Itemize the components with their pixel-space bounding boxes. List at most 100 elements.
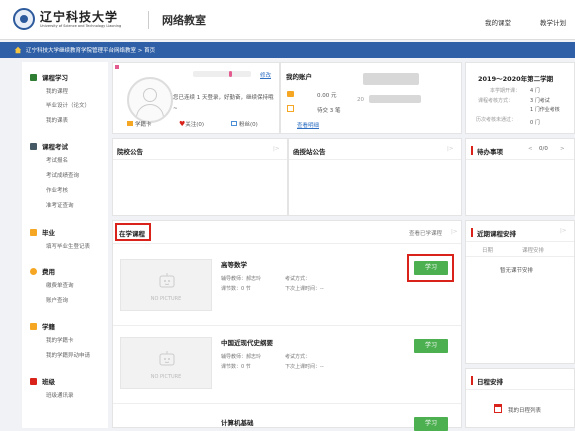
course-thumbnail[interactable]: NO PICTURE bbox=[120, 259, 212, 311]
sidebar-item-exam-registration[interactable]: 考试报名 bbox=[46, 156, 68, 164]
course-thumbnail[interactable]: NO PICTURE bbox=[120, 337, 212, 389]
wallet-icon bbox=[287, 91, 294, 97]
college-notice-panel: 院校公告 |> bbox=[112, 138, 288, 216]
fans-stat[interactable]: 粉丝(0) bbox=[231, 120, 258, 128]
view-details-link[interactable]: 查看明细 bbox=[297, 121, 319, 129]
sidebar-item-status-change[interactable]: 我的学籍异动申请 bbox=[46, 351, 90, 359]
sidebar-item-graduate-registration-form[interactable]: 填写毕业生登记表 bbox=[46, 242, 90, 250]
study-button[interactable]: 学习 bbox=[414, 417, 448, 431]
sidebar-item-graduation-thesis[interactable]: 毕业设计（论文） bbox=[46, 101, 90, 109]
university-name: 辽宁科技大学 bbox=[40, 10, 119, 24]
no-picture-icon bbox=[159, 273, 175, 288]
college-notice-title: 院校公告 bbox=[117, 148, 143, 156]
calendar-panel: 日程安排 我的日程列表 bbox=[465, 368, 575, 428]
todo-panel: 待办事项 < 0/0 > bbox=[465, 138, 575, 216]
sidebar-item-student-card[interactable]: 我的学籍卡 bbox=[46, 336, 74, 344]
nav-group-fees[interactable]: 费用 bbox=[30, 266, 55, 276]
redacted-account-info bbox=[363, 73, 419, 85]
schedule-title: 近期课程安排 bbox=[477, 230, 516, 238]
schedule-col-course: 课程安排 bbox=[522, 248, 545, 254]
semester-panel: 2019～2020年第二学期 本学期开课： 4 门 课程考核方式： 3 门考试 … bbox=[465, 62, 575, 134]
nav-group-student-status[interactable]: 学籍 bbox=[30, 321, 55, 331]
site-notice-title: 函授站公告 bbox=[293, 148, 326, 156]
semester-title: 2019～2020年第二学期 bbox=[478, 75, 554, 83]
sidebar-item-admission-ticket[interactable]: 准考证查询 bbox=[46, 201, 74, 209]
sidebar-item-payment-query[interactable]: 缴费单查询 bbox=[46, 281, 74, 289]
study-button-highlight bbox=[407, 254, 454, 282]
account-label-partial: 20 bbox=[357, 97, 364, 103]
todo-next-icon[interactable]: > bbox=[560, 146, 565, 152]
book-icon bbox=[30, 74, 37, 81]
nav-group-graduation[interactable]: 毕业 bbox=[30, 227, 55, 237]
sidebar-item-my-courses[interactable]: 我的课程 bbox=[46, 87, 68, 95]
nav-teaching-plan[interactable]: 教学计划 bbox=[540, 17, 566, 27]
follow-stat[interactable]: ♥关注(0) bbox=[179, 120, 204, 128]
more-arrow-icon[interactable]: |> bbox=[273, 146, 279, 152]
course-title[interactable]: 中国近现代史纲要 bbox=[221, 337, 273, 347]
nav-my-classroom[interactable]: 我的课堂 bbox=[485, 17, 511, 27]
sidebar-item-account-query[interactable]: 账户查询 bbox=[46, 296, 68, 304]
student-card-stat[interactable]: 学籍卡 bbox=[127, 120, 152, 128]
top-bar: 辽宁科技大学 University of Science and Technol… bbox=[0, 0, 575, 40]
semester-course-count: 4 门 bbox=[530, 88, 540, 94]
courses-panel: 在学课程 查看已学课程 |> NO PICTURE 高等数学 辅导教师：郝志玲 … bbox=[112, 220, 462, 431]
todo-count: 0/0 bbox=[539, 146, 548, 152]
calendar-icon bbox=[494, 404, 502, 413]
course-exam-method: 考试方式： bbox=[285, 354, 311, 360]
redacted-name bbox=[193, 71, 251, 77]
nav-group-class[interactable]: 班级 bbox=[30, 376, 55, 386]
no-picture-label: NO PICTURE bbox=[150, 374, 182, 380]
course-exam-method: 考试方式： bbox=[285, 276, 311, 282]
account-title: 我的账户 bbox=[286, 73, 312, 81]
profile-panel: 修改 您已连续 1 天登录，好勤奋，继续保持哦~ 学籍卡 ♥关注(0) 粉丝(0… bbox=[112, 62, 280, 134]
breadcrumb: 辽宁科技大学继续教育学院管理平台网络教室 > 首页 bbox=[0, 42, 575, 58]
university-english-name: University of Science and Technology Lia… bbox=[40, 24, 122, 28]
schedule-col-date: 日期 bbox=[482, 248, 494, 254]
sidebar-item-exam-scores[interactable]: 考试成绩查询 bbox=[46, 171, 79, 179]
home-icon[interactable] bbox=[14, 46, 22, 54]
logo-divider bbox=[148, 11, 149, 29]
course-teacher: 辅导教师：郝志玲 bbox=[221, 354, 262, 360]
todo-prev-icon[interactable]: < bbox=[528, 146, 533, 152]
more-arrow-icon[interactable]: |> bbox=[451, 229, 457, 235]
university-seal-logo bbox=[13, 8, 35, 30]
no-picture-icon bbox=[159, 351, 175, 366]
coin-icon bbox=[30, 268, 37, 275]
course-title[interactable]: 计算机基础 bbox=[221, 417, 254, 427]
site-name: 网络教室 bbox=[162, 14, 206, 27]
course-lesson-count: 课节数：0 节 bbox=[221, 364, 251, 370]
redacted-account-line bbox=[369, 95, 421, 103]
schedule-empty-message: 暂无课节安排 bbox=[500, 268, 534, 274]
sidebar-item-homework-assessment[interactable]: 作业考核 bbox=[46, 186, 68, 194]
semester-homework-count: 1 门作业考核 bbox=[530, 107, 560, 113]
study-button[interactable]: 学习 bbox=[414, 339, 448, 353]
login-streak-message: 您已连续 1 天登录，好勤奋，继续保持哦~ bbox=[173, 95, 274, 112]
avatar[interactable] bbox=[127, 77, 173, 123]
sidebar-item-class-contacts[interactable]: 班级通讯录 bbox=[46, 391, 74, 399]
sidebar-item-my-timetable[interactable]: 我的课表 bbox=[46, 116, 68, 124]
more-arrow-icon[interactable]: |> bbox=[447, 146, 453, 152]
graduation-icon bbox=[30, 229, 37, 236]
more-arrow-icon[interactable]: |> bbox=[560, 228, 566, 234]
breadcrumb-text[interactable]: 辽宁科技大学继续教育学院管理平台网络教室 > 首页 bbox=[26, 48, 155, 54]
card-icon bbox=[127, 121, 133, 126]
course-next-class: 下次上课时间：-- bbox=[285, 286, 324, 292]
site-notice-panel: 函授站公告 |> bbox=[288, 138, 462, 216]
student-status-icon bbox=[30, 323, 37, 330]
course-title[interactable]: 高等数学 bbox=[221, 259, 247, 269]
exam-icon bbox=[30, 143, 37, 150]
schedule-panel: 近期课程安排 |> 日期 课程安排 暂无课节安排 bbox=[465, 220, 575, 364]
nav-group-course-study[interactable]: 课程学习 bbox=[30, 72, 68, 82]
nav-group-course-exam[interactable]: 课程考试 bbox=[30, 141, 68, 151]
view-completed-courses-link[interactable]: 查看已学课程 bbox=[409, 229, 442, 237]
no-picture-label: NO PICTURE bbox=[150, 296, 182, 302]
account-balance: 0.00 元 bbox=[317, 93, 337, 99]
my-schedule-list-button[interactable]: 我的日程列表 bbox=[508, 406, 541, 414]
edit-profile-link[interactable]: 修改 bbox=[260, 71, 271, 79]
calendar-title: 日程安排 bbox=[477, 378, 503, 386]
semester-failed-count: 0 门 bbox=[530, 120, 540, 126]
bill-icon bbox=[287, 105, 294, 112]
pending-payments: 待交 3 笔 bbox=[317, 108, 341, 114]
fans-icon bbox=[231, 121, 237, 126]
sidebar-nav: 课程学习 我的课程 毕业设计（论文） 我的课表 课程考试 考试报名 考试成绩查询… bbox=[22, 62, 108, 428]
